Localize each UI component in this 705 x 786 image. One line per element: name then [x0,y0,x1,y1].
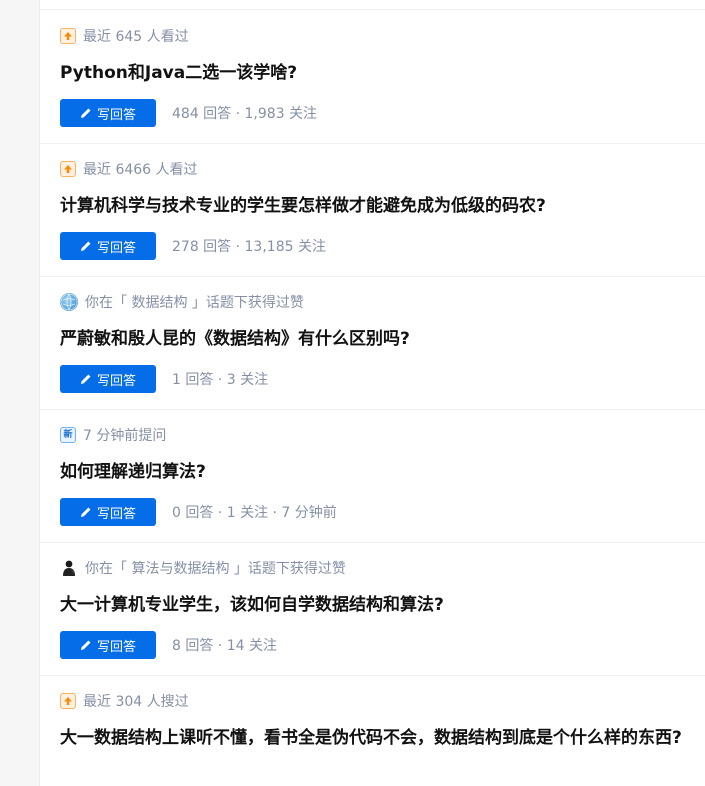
meta-text: 最近 645 人看过 [83,29,189,45]
write-answer-button[interactable]: 写回答 [60,232,156,260]
card-actions: 写回答 1 回答 · 3 关注 [60,365,693,393]
trending-up-icon [60,161,76,177]
question-title[interactable]: 严蔚敏和殷人昆的《数据结构》有什么区别吗? [60,326,693,352]
card-meta: 你在「 算法与数据结构 」话题下获得过赞 [60,558,693,578]
question-stats: 8 回答 · 14 关注 [172,638,277,654]
pen-icon [80,506,92,518]
meta-text: 7 分钟前提问 [83,428,167,444]
write-answer-button[interactable]: 写回答 [60,631,156,659]
question-feed: 最近 645 人看过 Python和Java二选一该学啥? 写回答 484 回答… [40,0,705,786]
question-stats: 0 回答 · 1 关注 · 7 分钟前 [172,505,337,521]
card-actions: 写回答 278 回答 · 13,185 关注 [60,232,693,260]
question-card: 最近 304 人搜过 大一数据结构上课听不懂，看书全是伪代码不会，数据结构到底是… [40,675,705,751]
question-stats: 1 回答 · 3 关注 [172,372,269,388]
pen-icon [80,107,92,119]
question-card: 新 7 分钟前提问 如何理解递归算法? 写回答 0 回答 · 1 关注 · 7 … [40,409,705,543]
write-answer-button[interactable]: 写回答 [60,498,156,526]
question-title[interactable]: Python和Java二选一该学啥? [60,60,693,86]
meta-text: 最近 304 人搜过 [83,694,189,710]
question-card: 最近 645 人看过 Python和Java二选一该学啥? 写回答 484 回答… [40,10,705,144]
topic-avatar-icon [60,293,78,311]
pen-icon [80,639,92,651]
pen-icon [80,373,92,385]
question-title[interactable]: 计算机科学与技术专业的学生要怎样做才能避免成为低级的码农? [60,193,693,219]
question-title[interactable]: 大一数据结构上课听不懂，看书全是伪代码不会，数据结构到底是个什么样的东西? [60,725,693,751]
card-actions: 写回答 0 回答 · 1 关注 · 7 分钟前 [60,498,693,526]
question-card: 你在「 算法与数据结构 」话题下获得过赞 大一计算机专业学生，该如何自学数据结构… [40,542,705,676]
card-meta: 你在「 数据结构 」话题下获得过赞 [60,292,693,312]
card-actions: 写回答 8 回答 · 14 关注 [60,631,693,659]
question-card: 你在「 数据结构 」话题下获得过赞 严蔚敏和殷人昆的《数据结构》有什么区别吗? … [40,276,705,410]
question-card: 最近 6466 人看过 计算机科学与技术专业的学生要怎样做才能避免成为低级的码农… [40,143,705,277]
trending-up-icon [60,28,76,44]
page: 最近 645 人看过 Python和Java二选一该学啥? 写回答 484 回答… [0,0,705,786]
write-answer-label: 写回答 [96,639,136,655]
pen-icon [80,240,92,252]
question-title[interactable]: 如何理解递归算法? [60,459,693,485]
card-meta: 新 7 分钟前提问 [60,425,693,445]
card-meta: 最近 645 人看过 [60,26,693,46]
card-meta: 最近 6466 人看过 [60,159,693,179]
new-badge-icon: 新 [60,427,76,443]
write-answer-button[interactable]: 写回答 [60,99,156,127]
write-answer-button[interactable]: 写回答 [60,365,156,393]
question-stats: 278 回答 · 13,185 关注 [172,239,326,255]
trending-up-icon [60,693,76,709]
meta-text: 最近 6466 人看过 [83,162,198,178]
write-answer-label: 写回答 [96,107,136,123]
question-stats: 484 回答 · 1,983 关注 [172,106,318,122]
meta-text: 你在「 数据结构 」话题下获得过赞 [85,295,304,311]
card-actions: 写回答 484 回答 · 1,983 关注 [60,99,693,127]
write-answer-label: 写回答 [96,506,136,522]
left-gutter [0,0,40,786]
write-answer-label: 写回答 [96,240,136,256]
write-answer-label: 写回答 [96,373,136,389]
question-title[interactable]: 大一计算机专业学生，该如何自学数据结构和算法? [60,592,693,618]
meta-text: 你在「 算法与数据结构 」话题下获得过赞 [85,561,346,577]
person-avatar-icon [60,559,78,577]
card-meta: 最近 304 人搜过 [60,691,693,711]
